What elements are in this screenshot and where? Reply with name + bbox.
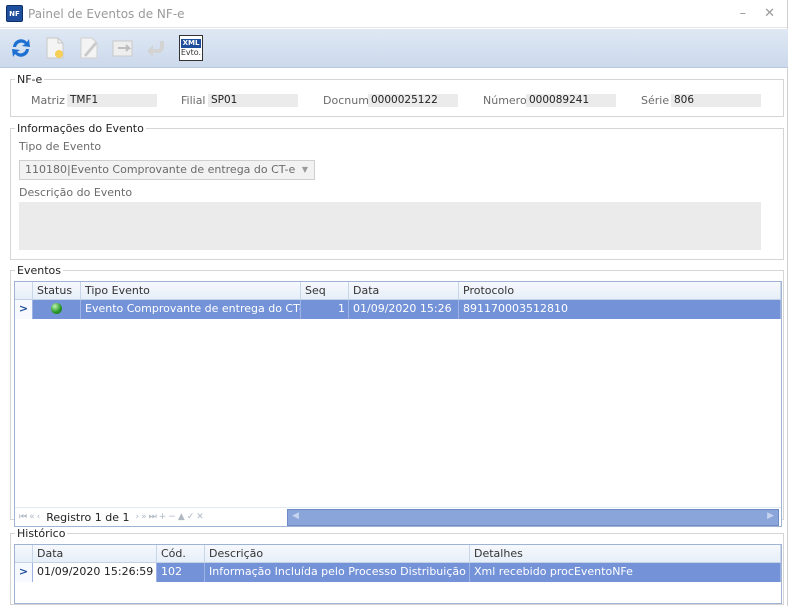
send-icon <box>112 40 133 57</box>
new-document-icon <box>46 37 64 59</box>
event-info-group: Informações do Evento Tipo de Evento 110… <box>10 122 784 260</box>
xml-file-icon: XML Evto. <box>179 35 203 61</box>
edit-icon <box>80 37 98 59</box>
edit-record-icon[interactable]: ▲ <box>178 512 185 522</box>
add-record-icon[interactable]: + <box>159 512 167 522</box>
column-header-protocolo[interactable]: Protocolo <box>459 282 781 299</box>
remove-record-icon[interactable]: − <box>168 512 176 522</box>
send-button[interactable] <box>108 33 138 63</box>
cancel-record-icon[interactable]: ✕ <box>196 512 204 522</box>
filial-field[interactable]: SP01 <box>208 94 298 107</box>
event-type-label: Tipo de Evento <box>19 140 102 153</box>
column-header-descricao[interactable]: Descrição <box>205 545 470 562</box>
row-indicator: > <box>15 563 33 582</box>
filial-label: Filial <box>181 94 206 107</box>
detalhes-cell: Xml recebido procEventoNFe <box>470 563 781 582</box>
next-record-icon[interactable]: › <box>135 512 139 522</box>
history-grid: Data Cód. Descrição Detalhes > 01/09/202… <box>14 544 782 604</box>
refresh-button[interactable] <box>6 33 36 63</box>
row-indicator: > <box>15 300 33 319</box>
indicator-column-header <box>15 545 33 562</box>
refresh-icon <box>12 39 30 57</box>
record-counter: Registro 1 de 1 <box>46 510 130 524</box>
serie-field[interactable]: 806 <box>671 94 761 107</box>
history-legend: Histórico <box>17 527 66 540</box>
cod-cell: 102 <box>157 563 205 582</box>
last-page-icon[interactable]: ⏭ <box>149 512 157 522</box>
event-panel-window: NF Painel de Eventos de NF-e – ✕ XML Evt… <box>0 0 788 606</box>
event-type-value: 110180|Evento Comprovante de entrega do … <box>25 163 296 176</box>
event-type-select[interactable]: 110180|Evento Comprovante de entrega do … <box>19 160 315 180</box>
matriz-field[interactable]: TMF1 <box>67 94 157 107</box>
protocolo-cell: 891170003512810 <box>459 300 781 319</box>
column-header-seq[interactable]: Seq <box>301 282 349 299</box>
table-row[interactable]: > Evento Comprovante de entrega do CT-e … <box>15 300 781 319</box>
prev-page-icon[interactable]: « <box>29 512 35 522</box>
window-title: Painel de Eventos de NF-e <box>28 6 185 21</box>
event-description-label: Descrição do Evento <box>19 186 133 199</box>
status-cell <box>33 300 81 319</box>
undo-button[interactable] <box>142 33 172 63</box>
history-group: Histórico Data Cód. Descrição Detalhes >… <box>10 527 784 605</box>
matriz-label: Matriz <box>31 94 65 107</box>
column-header-detalhes[interactable]: Detalhes <box>470 545 781 562</box>
edit-button[interactable] <box>74 33 104 63</box>
tipo-evento-cell: Evento Comprovante de entrega do CT-e <box>81 300 301 319</box>
event-description-field[interactable] <box>19 202 761 250</box>
nfe-group: NF-e Matriz TMF1 Filial SP01 Docnum 0000… <box>10 73 784 117</box>
column-header-tipo-evento[interactable]: Tipo Evento <box>81 282 301 299</box>
docnum-field[interactable]: 0000025122 <box>368 94 458 107</box>
scroll-left-icon[interactable]: ◀ <box>292 511 299 521</box>
confirm-record-icon[interactable]: ✓ <box>187 512 195 522</box>
title-bar: NF Painel de Eventos de NF-e – ✕ <box>0 0 787 28</box>
history-grid-header: Data Cód. Descrição Detalhes <box>15 545 781 563</box>
indicator-column-header <box>15 282 33 299</box>
events-legend: Eventos <box>17 264 61 277</box>
status-ok-icon <box>51 303 62 314</box>
serie-label: Série <box>641 94 670 107</box>
close-button[interactable]: ✕ <box>764 6 775 21</box>
column-header-data[interactable]: Data <box>349 282 459 299</box>
horizontal-scrollbar[interactable]: ◀ ▶ <box>287 508 779 526</box>
events-grid: Status Tipo Evento Seq Data Protocolo > … <box>14 281 782 527</box>
grid-navigator: ⏮ « ‹ Registro 1 de 1 › » ⏭ + − ▲ ✓ ✕ ◀ … <box>15 507 781 526</box>
column-header-data[interactable]: Data <box>33 545 157 562</box>
nfe-app-icon: NF <box>6 5 23 22</box>
minimize-button[interactable]: – <box>740 6 747 21</box>
numero-label: Número <box>483 94 527 107</box>
column-header-cod[interactable]: Cód. <box>157 545 205 562</box>
docnum-label: Docnum <box>323 94 369 107</box>
xml-event-button[interactable]: XML Evto. <box>176 33 206 63</box>
events-group: Eventos Status Tipo Evento Seq Data Prot… <box>10 264 784 527</box>
seq-cell: 1 <box>301 300 349 319</box>
descricao-cell: Informação Incluída pelo Processo Distri… <box>205 563 470 582</box>
first-page-icon[interactable]: ⏮ <box>19 512 27 522</box>
event-info-legend: Informações do Evento <box>17 122 144 135</box>
nfe-legend: NF-e <box>17 73 43 86</box>
toolbar: XML Evto. <box>0 29 788 68</box>
column-header-status[interactable]: Status <box>33 282 81 299</box>
undo-icon <box>147 41 164 57</box>
numero-field[interactable]: 000089241 <box>526 94 616 107</box>
data-cell: 01/09/2020 15:26 <box>349 300 459 319</box>
data-cell: 01/09/2020 15:26:59 <box>33 563 157 582</box>
scroll-right-icon[interactable]: ▶ <box>767 511 774 521</box>
prev-record-icon[interactable]: ‹ <box>37 512 41 522</box>
new-button[interactable] <box>40 33 70 63</box>
chevron-down-icon: ▼ <box>301 165 308 174</box>
table-row[interactable]: > 01/09/2020 15:26:59 102 Informação Inc… <box>15 563 781 582</box>
events-grid-header: Status Tipo Evento Seq Data Protocolo <box>15 282 781 300</box>
next-page-icon[interactable]: » <box>141 512 147 522</box>
